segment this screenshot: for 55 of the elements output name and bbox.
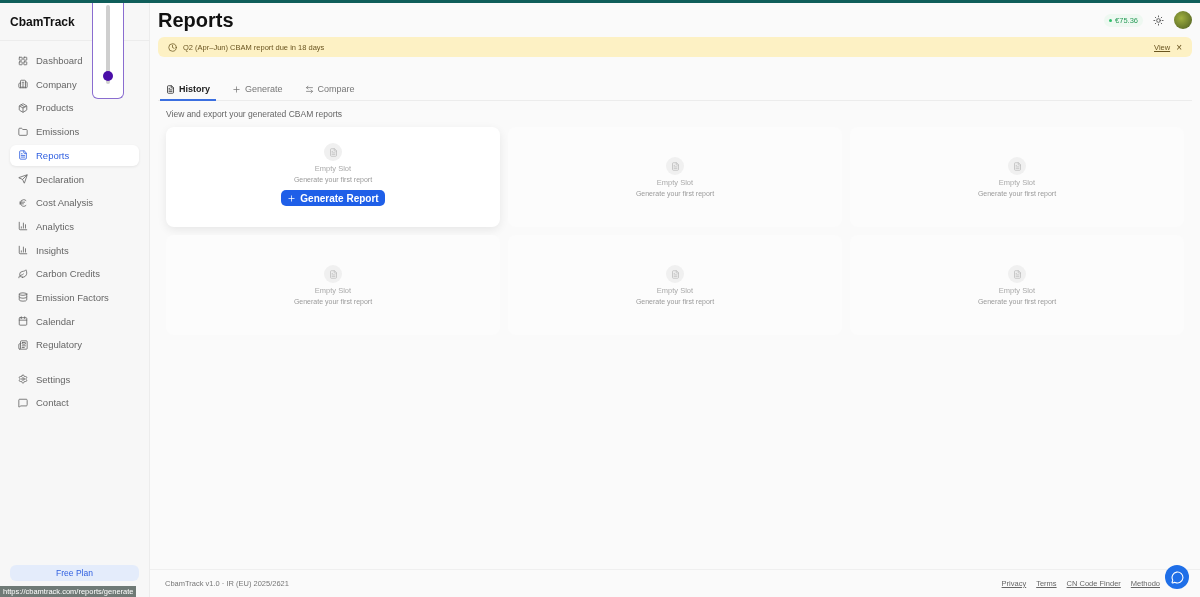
close-button[interactable]: × [1176, 41, 1182, 53]
user-avatar[interactable] [1174, 11, 1192, 29]
folder-icon [18, 126, 28, 137]
tab[interactable]: Compare [298, 80, 361, 101]
tab[interactable]: Generate [226, 80, 289, 101]
plus-icon [287, 193, 297, 203]
document-icon [166, 84, 175, 94]
document-icon [324, 143, 342, 161]
plan-button[interactable]: Free Plan [10, 565, 139, 581]
calendar-icon [18, 316, 28, 327]
database-icon [18, 292, 28, 303]
slider-track[interactable] [106, 5, 110, 84]
sidebar-item[interactable]: Emission Factors [10, 286, 139, 309]
chat-button[interactable] [1165, 565, 1189, 589]
clock-icon [168, 42, 177, 52]
document-icon [666, 265, 684, 283]
sidebar-item[interactable]: Dashboard [10, 50, 139, 72]
box-icon [18, 102, 28, 113]
plus-icon [232, 84, 241, 94]
leaf-icon [18, 268, 28, 279]
sidebar-item[interactable]: Declaration [10, 168, 139, 190]
building-icon [18, 79, 28, 90]
document-icon [1008, 265, 1026, 283]
document-icon [18, 150, 28, 161]
document-icon [1008, 157, 1026, 175]
sidebar-item[interactable]: Company [10, 73, 139, 95]
page-subtitle: View and export your generated CBAM reports [166, 109, 344, 119]
bar-chart-icon [18, 221, 28, 232]
chat-bubble-icon [1170, 570, 1184, 584]
euro-icon [18, 197, 28, 208]
sidebar-item[interactable]: Settings [10, 368, 139, 390]
document-icon [324, 265, 342, 283]
newspaper-icon [18, 339, 28, 350]
sidebar-item[interactable]: Insights [10, 239, 139, 261]
tab[interactable]: History [160, 80, 216, 101]
theme-toggle-icon[interactable] [1153, 14, 1164, 26]
sidebar-item[interactable]: Carbon Credits [10, 263, 139, 285]
sidebar-item[interactable]: Cost Analysis [10, 192, 139, 214]
sidebar-item[interactable]: Contact [10, 392, 139, 414]
generate-report-button[interactable]: Generate Report [281, 190, 385, 206]
send-icon [18, 174, 28, 185]
sidebar-item[interactable]: Emissions [10, 121, 139, 143]
arrows-icon [304, 84, 314, 94]
page-title: Reports [158, 8, 234, 32]
sidebar-item[interactable]: Regulatory [10, 334, 139, 356]
grid-icon [18, 55, 28, 66]
sidebar-item[interactable]: Analytics [10, 215, 139, 237]
sidebar-item[interactable]: Calendar [10, 310, 139, 332]
document-icon [666, 157, 684, 175]
sidebar-item[interactable]: Reports [10, 144, 139, 166]
slider-thumb[interactable] [103, 71, 113, 82]
message-icon [18, 397, 28, 408]
settings-icon [18, 374, 28, 385]
bar-chart-icon [18, 245, 28, 256]
sidebar-item[interactable]: Products [10, 97, 139, 119]
